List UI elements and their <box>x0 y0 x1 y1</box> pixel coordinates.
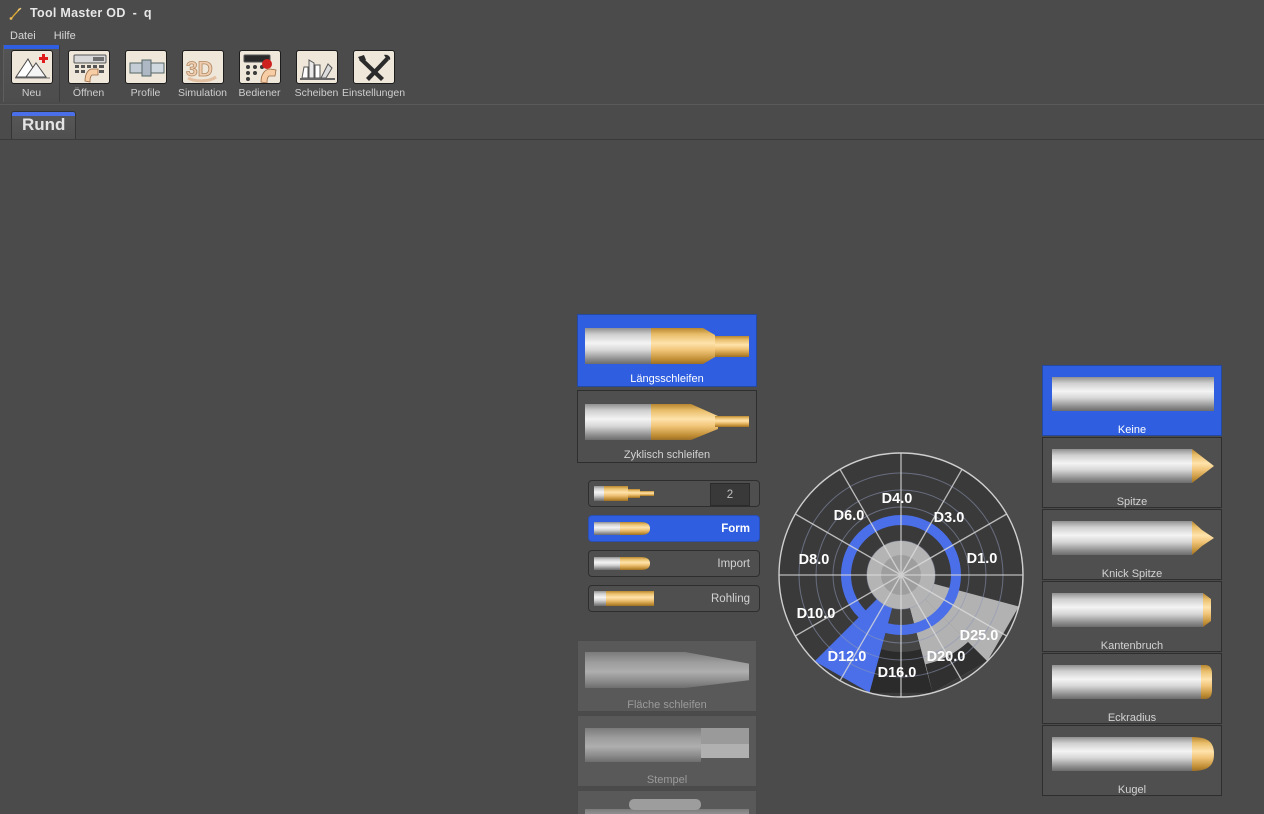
tab-rund-label: Rund <box>22 115 65 135</box>
tip-corner-radius-preview <box>1050 660 1214 710</box>
shape-button-rohling-label: Rohling <box>654 593 759 605</box>
clamping-face-preview <box>585 797 749 814</box>
toolbar-button-scheiben[interactable]: Scheiben <box>288 45 345 102</box>
operation-flache-schleifen-label: Fläche schleifen <box>578 697 756 715</box>
tab-rund[interactable]: Rund <box>11 111 76 139</box>
shape-button-rohling[interactable]: Rohling <box>588 585 760 612</box>
toolbar-label-simulation: Simulation <box>178 87 227 99</box>
grinding-mode-langsschleifen[interactable]: Längsschleifen <box>577 314 757 387</box>
main-content: Längsschleifen Zyklisch schleifen <box>0 140 1264 814</box>
grinding-mode-zyklisch-schleifen[interactable]: Zyklisch schleifen <box>577 390 757 463</box>
toolbar-label-offnen: Öffnen <box>73 87 104 99</box>
toolbar-button-neu[interactable]: Neu <box>3 45 60 102</box>
tip-shape-spitze[interactable]: Spitze <box>1042 437 1222 508</box>
operation-flache-schleifen[interactable]: Fläche schleifen <box>577 640 757 712</box>
open-folder-icon <box>68 50 110 84</box>
tip-shape-kugel[interactable]: Kugel <box>1042 725 1222 796</box>
chart-label-d8: D8.0 <box>799 552 830 568</box>
operation-stempel-label: Stempel <box>578 772 756 790</box>
grinding-mode-zyklisch-schleifen-label: Zyklisch schleifen <box>578 447 756 465</box>
chart-label-d12: D12.0 <box>828 649 867 665</box>
main-toolbar: Neu Öffnen Profile <box>0 45 1264 105</box>
toolbar-label-scheiben: Scheiben <box>295 87 339 99</box>
page-title: Tool Master OD <box>30 6 126 20</box>
title-separator: - <box>133 6 137 20</box>
form-shape-icon <box>594 519 654 538</box>
tool-icon <box>8 6 23 21</box>
3d-simulation-icon: 3D <box>182 50 224 84</box>
tip-shape-eckradius[interactable]: Eckradius <box>1042 653 1222 724</box>
operation-stempel[interactable]: Stempel <box>577 715 757 787</box>
toolbar-button-offnen[interactable]: Öffnen <box>60 45 117 102</box>
operations-group: Fläche schleifen Stempel Spannfläche <box>577 640 757 814</box>
radial-chart-svg[interactable]: D4.0 D3.0 D1.0 D25.0 D20.0 D16.0 D12.0 D… <box>776 450 1026 700</box>
toolbar-button-bediener[interactable]: Bediener <box>231 45 288 102</box>
new-document-icon <box>11 50 53 84</box>
chart-label-d1: D1.0 <box>967 551 998 567</box>
tip-shape-knick-spitze[interactable]: Knick Spitze <box>1042 509 1222 580</box>
menubar: Datei Hilfe <box>0 26 1264 45</box>
chart-label-d4: D4.0 <box>882 491 913 507</box>
import-shape-icon <box>594 554 654 573</box>
tip-chamfer-preview <box>1050 588 1214 638</box>
stufen-count-input[interactable]: 2 <box>710 483 750 506</box>
tip-none-preview <box>1050 372 1214 422</box>
toolbar-label-neu: Neu <box>22 87 41 99</box>
stufen-count-value: 2 <box>727 489 733 501</box>
grinding-mode-langsschleifen-label: Längsschleifen <box>578 371 756 389</box>
blank-shape-icon <box>594 589 654 608</box>
tip-point-preview <box>1050 444 1214 494</box>
operation-spannflache[interactable]: Spannfläche <box>577 790 757 814</box>
chart-label-d3: D3.0 <box>934 510 965 526</box>
grinding-mode-group: Längsschleifen Zyklisch schleifen <box>577 314 757 466</box>
chart-label-d6: D6.0 <box>834 508 865 524</box>
chart-label-d25: D25.0 <box>960 628 999 644</box>
tip-ball-preview <box>1050 732 1214 782</box>
tip-shape-keine[interactable]: Keine <box>1042 365 1222 436</box>
document-name: q <box>144 6 152 20</box>
toolbar-button-profile[interactable]: Profile <box>117 45 174 102</box>
tip-shape-kantenbruch[interactable]: Kantenbruch <box>1042 581 1222 652</box>
operator-panel-icon <box>239 50 281 84</box>
stepped-shape-icon <box>594 484 654 503</box>
longitudinal-grind-preview <box>585 321 749 371</box>
tip-shape-kugel-label: Kugel <box>1043 782 1221 800</box>
toolbar-button-einstellungen[interactable]: Einstellungen <box>345 45 402 102</box>
shape-button-import-label: Import <box>654 558 759 570</box>
diameter-radial-chart[interactable]: D4.0 D3.0 D1.0 D25.0 D20.0 D16.0 D12.0 D… <box>776 450 1026 700</box>
toolbar-button-simulation[interactable]: 3D Simulation <box>174 45 231 102</box>
toolbar-label-profile: Profile <box>131 87 161 99</box>
punch-preview <box>585 722 749 772</box>
settings-tools-icon <box>353 50 395 84</box>
profile-tool-icon <box>125 50 167 84</box>
toolbar-label-bediener: Bediener <box>238 87 280 99</box>
menu-item-hilfe[interactable]: Hilfe <box>52 29 78 43</box>
cyclic-grind-preview <box>585 397 749 447</box>
tip-bent-point-preview <box>1050 516 1214 566</box>
window-titlebar: Tool Master OD - q <box>0 0 1264 26</box>
menu-item-datei[interactable]: Datei <box>8 29 38 43</box>
shape-button-form[interactable]: Form <box>588 515 760 542</box>
chart-label-d10: D10.0 <box>797 606 836 622</box>
tabstrip: Rund <box>0 105 1264 140</box>
chart-label-d16: D16.0 <box>878 665 917 681</box>
flat-grind-preview <box>585 647 749 697</box>
chart-label-d20: D20.0 <box>927 649 966 665</box>
grinding-wheels-icon <box>296 50 338 84</box>
toolbar-label-einstellungen: Einstellungen <box>342 87 405 99</box>
tip-shape-group: Keine Spitze Knick Spitze <box>1042 365 1222 797</box>
shape-button-import[interactable]: Import <box>588 550 760 577</box>
shape-button-form-label: Form <box>654 523 759 535</box>
